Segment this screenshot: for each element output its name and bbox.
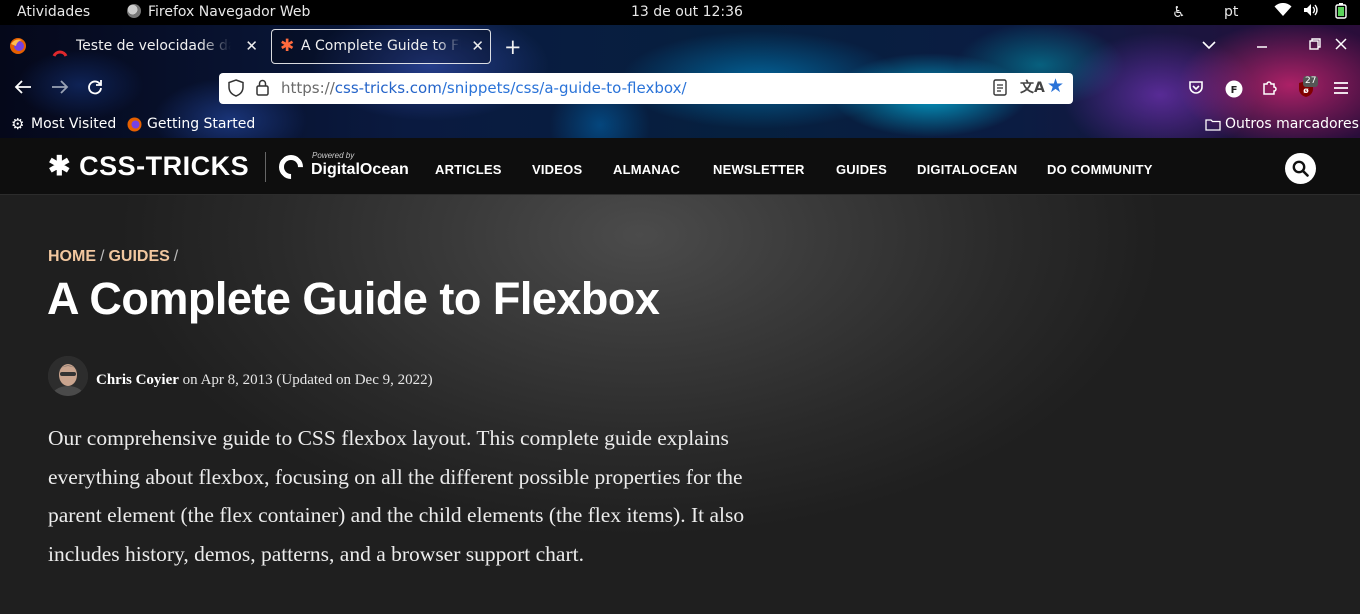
- close-window-icon[interactable]: [1335, 35, 1347, 55]
- url-path: /snippets/css/a-guide-to-flexbox/: [441, 79, 687, 97]
- app-menu[interactable]: Firefox Navegador Web: [127, 3, 310, 22]
- extension-badge: 27: [1303, 76, 1319, 87]
- list-all-tabs-icon[interactable]: [1202, 37, 1216, 57]
- digitalocean-logo-icon: [274, 150, 308, 184]
- svg-text:ø: ø: [1303, 86, 1309, 95]
- search-icon: [1292, 160, 1309, 177]
- nav-newsletter[interactable]: NEWSLETTER: [713, 162, 805, 178]
- url-host: css-tricks.com: [334, 79, 442, 97]
- nav-guides[interactable]: GUIDES: [836, 162, 887, 178]
- wifi-icon[interactable]: [1274, 2, 1292, 23]
- battery-icon[interactable]: [1334, 3, 1348, 25]
- site-search-button[interactable]: [1285, 153, 1316, 184]
- firefox-view-icon[interactable]: [9, 37, 27, 60]
- article-intro: Our comprehensive guide to CSS flexbox l…: [48, 426, 745, 566]
- volume-icon[interactable]: [1303, 3, 1319, 23]
- new-tab-button[interactable]: +: [504, 37, 522, 58]
- activities-button[interactable]: Atividades: [17, 3, 90, 22]
- system-top-bar: Atividades Firefox Navegador Web 13 de o…: [0, 0, 1360, 25]
- nav-do-community[interactable]: DO COMMUNITY: [1047, 162, 1153, 178]
- tab-title: Teste de velocidade da in: [76, 38, 231, 54]
- close-tab-icon[interactable]: ✕: [471, 30, 484, 63]
- url-bar[interactable]: https://css-tricks.com/snippets/css/a-gu…: [219, 73, 1073, 104]
- extensions-puzzle-icon[interactable]: [1261, 79, 1278, 101]
- lock-icon[interactable]: [256, 79, 269, 101]
- menu-hamburger-icon[interactable]: [1333, 80, 1349, 100]
- close-tab-icon[interactable]: ✕: [245, 29, 258, 64]
- speedometer-icon: [52, 39, 68, 74]
- breadcrumb-separator: /: [100, 248, 105, 265]
- reload-icon[interactable]: [87, 79, 103, 100]
- breadcrumb-guides[interactable]: GUIDES: [108, 248, 169, 265]
- translate-icon[interactable]: 文A: [1020, 79, 1045, 98]
- bookmark-most-visited[interactable]: Most Visited: [31, 114, 116, 134]
- url-scheme: https://: [281, 79, 335, 97]
- minimize-window-icon[interactable]: [1256, 35, 1268, 55]
- firefox-app-icon: [127, 4, 141, 18]
- folder-icon: [1205, 117, 1221, 137]
- sponsor-name[interactable]: DigitalOcean: [311, 160, 409, 180]
- app-menu-label: Firefox Navegador Web: [148, 4, 311, 20]
- accessibility-icon[interactable]: ♿: [1172, 3, 1185, 22]
- logo-text: CSS-TRICKS: [79, 151, 250, 181]
- nav-digitalocean[interactable]: DIGITALOCEAN: [917, 162, 1017, 178]
- nav-videos[interactable]: VIDEOS: [532, 162, 582, 178]
- gear-icon: ⚙: [11, 115, 25, 133]
- clock[interactable]: 13 de out 12:36: [631, 3, 743, 22]
- tracking-protection-shield-icon[interactable]: [228, 79, 244, 102]
- bookmark-other-folder[interactable]: Outros marcadores: [1225, 114, 1359, 134]
- svg-text:F: F: [1231, 85, 1238, 96]
- author-avatar[interactable]: [48, 356, 88, 396]
- sponsor-powered-by: Powered by: [312, 151, 355, 160]
- logo-asterisk-icon: ✱: [48, 151, 72, 181]
- nav-articles[interactable]: ARTICLES: [435, 162, 502, 178]
- nav-almanac[interactable]: ALMANAC: [613, 162, 680, 178]
- site-header: ✱ CSS-TRICKS Powered by DigitalOcean ART…: [0, 138, 1360, 195]
- back-icon[interactable]: [14, 79, 32, 100]
- account-icon[interactable]: F: [1225, 80, 1243, 103]
- firefox-bookmark-icon: [127, 117, 142, 138]
- publish-date: on Apr 8, 2013 (Updated on Dec 9, 2022): [182, 372, 433, 388]
- reader-view-icon[interactable]: [993, 79, 1007, 101]
- tab-flexbox-guide[interactable]: ✱ A Complete Guide to Flex ✕: [271, 29, 491, 64]
- tab-speed-test[interactable]: Teste de velocidade da in ✕: [42, 29, 264, 64]
- logo-divider: [265, 152, 266, 182]
- browser-chrome: Teste de velocidade da in ✕ ✱ A Complete…: [0, 25, 1360, 138]
- pocket-icon[interactable]: [1188, 80, 1204, 101]
- breadcrumb: HOME / GUIDES /: [48, 247, 182, 267]
- site-logo[interactable]: ✱ CSS-TRICKS: [48, 150, 249, 182]
- article-hero: HOME / GUIDES / A Complete Guide to Flexbox…: [0, 195, 1360, 614]
- tab-title: A Complete Guide to Flex: [301, 38, 461, 54]
- breadcrumb-separator: /: [173, 248, 179, 265]
- author-name[interactable]: Chris Coyier: [96, 372, 179, 388]
- bookmark-getting-started[interactable]: Getting Started: [147, 114, 255, 134]
- forward-icon[interactable]: [51, 79, 69, 100]
- input-language[interactable]: pt: [1224, 3, 1238, 22]
- breadcrumb-home[interactable]: HOME: [48, 248, 96, 265]
- url-text[interactable]: https://css-tricks.com/snippets/css/a-gu…: [281, 73, 687, 104]
- restore-window-icon[interactable]: [1309, 35, 1321, 55]
- css-tricks-favicon-icon: ✱: [280, 36, 295, 56]
- page-title: A Complete Guide to Flexbox: [47, 273, 660, 324]
- bookmark-star-icon[interactable]: ★: [1047, 77, 1064, 96]
- byline: Chris Coyier on Apr 8, 2013 (Updated on …: [96, 370, 433, 390]
